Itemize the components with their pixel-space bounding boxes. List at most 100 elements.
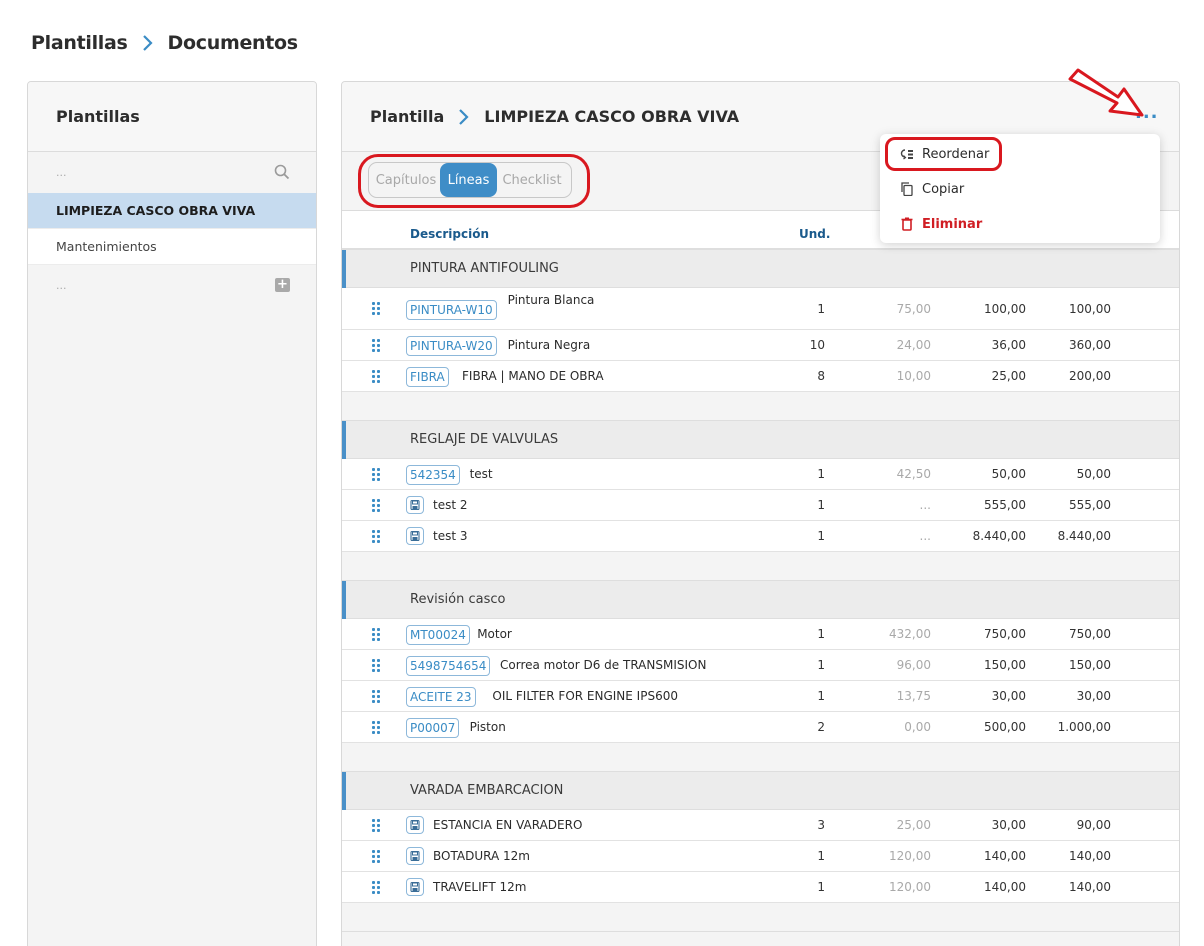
column-description[interactable]: Descripción — [410, 227, 489, 241]
drag-handle-icon[interactable] — [372, 881, 380, 895]
line-description: TRAVELIFT 12m — [433, 880, 527, 894]
chapter-title: Revisión casco — [410, 592, 506, 607]
panel-crumb-root[interactable]: Plantilla — [370, 107, 444, 126]
line-quantity: 10 — [809, 338, 825, 352]
item-code-badge[interactable]: MT00024 — [406, 625, 470, 645]
line-quantity: 1 — [817, 849, 825, 863]
line-total: 100,00 — [1069, 302, 1111, 316]
line-quantity: 2 — [817, 720, 825, 734]
line-price: 500,00 — [984, 720, 1026, 734]
menu-item-delete[interactable]: Eliminar — [900, 214, 982, 234]
drag-handle-icon[interactable] — [372, 370, 380, 384]
chapter-spacer — [342, 392, 1179, 421]
line-row[interactable]: 542354 test 1 42,50 50,00 50,00 — [342, 459, 1179, 490]
line-cost: ... — [919, 529, 931, 543]
line-cost: 120,00 — [889, 849, 931, 863]
save-icon — [406, 496, 424, 514]
line-description: test — [469, 467, 493, 481]
line-row[interactable]: MT00024 Motor 1 432,00 750,00 750,00 — [342, 619, 1179, 650]
line-row[interactable]: FIBRA FIBRA | MANO DE OBRA 8 10,00 25,00 200,… — [342, 361, 1179, 392]
drag-handle-icon[interactable] — [372, 628, 380, 642]
line-cost: 42,50 — [896, 467, 931, 481]
line-row[interactable]: test 2 1... 555,00 555,00 — [342, 490, 1179, 521]
line-quantity: 1 — [817, 467, 825, 481]
item-code-badge[interactable]: PINTURA-W20 — [406, 336, 497, 356]
item-code-badge[interactable]: ACEITE 23 — [406, 687, 476, 707]
lines-table: PINTURA ANTIFOULING PINTURA-W10 Pintura Bl… — [342, 250, 1179, 932]
line-cost: ... — [919, 498, 931, 512]
column-unit[interactable]: Und. — [799, 227, 830, 241]
line-price: 140,00 — [984, 880, 1026, 894]
line-row[interactable]: test 3 1... 8.440,00 8.440,00 — [342, 521, 1179, 552]
new-template-input[interactable]: ... + — [28, 265, 316, 305]
breadcrumb-root[interactable]: Plantillas — [31, 32, 128, 54]
line-price: 50,00 — [991, 467, 1026, 481]
sidebar-item-mantenimientos[interactable]: Mantenimientos — [28, 229, 316, 265]
item-code-badge[interactable]: 542354 — [406, 465, 460, 485]
drag-handle-icon[interactable] — [372, 659, 380, 673]
line-description: ESTANCIA EN VARADERO — [433, 818, 583, 832]
line-total: 555,00 — [1069, 498, 1111, 512]
drag-handle-icon[interactable] — [372, 690, 380, 704]
line-row[interactable]: PINTURA-W10 Pintura Blanca 1 75,00 100,00 100… — [342, 288, 1179, 330]
breadcrumb: Plantillas Documentos — [31, 31, 298, 55]
line-row[interactable]: BOTADURA 12m 1 120,00 140,00 140,00 — [342, 841, 1179, 872]
new-template-placeholder: ... — [56, 278, 67, 292]
annotation-ring — [358, 154, 590, 208]
line-row[interactable]: 5498754654 Correa motor D6 de TRANSMISION… — [342, 650, 1179, 681]
save-icon — [406, 847, 424, 865]
drag-handle-icon[interactable] — [372, 302, 380, 316]
chapter-accent-bar — [342, 772, 346, 810]
drag-handle-icon[interactable] — [372, 850, 380, 864]
line-price: 555,00 — [984, 498, 1026, 512]
line-description: test 2 — [433, 498, 468, 512]
item-code-badge[interactable]: PINTURA-W10 — [406, 300, 497, 320]
drag-handle-icon[interactable] — [372, 721, 380, 735]
line-cost: 24,00 — [896, 338, 931, 352]
line-description: Pintura Blanca — [507, 293, 595, 307]
line-cost: 96,00 — [896, 658, 931, 672]
line-quantity: 1 — [817, 627, 825, 641]
line-total: 1.000,00 — [1057, 720, 1111, 734]
line-description: Motor — [477, 627, 512, 641]
copy-icon — [900, 182, 914, 196]
line-quantity: 8 — [817, 369, 825, 383]
line-row[interactable]: PINTURA-W20 Pintura Negra 10 24,00 36,00 360,… — [342, 330, 1179, 361]
drag-handle-icon[interactable] — [372, 499, 380, 513]
line-quantity: 1 — [817, 529, 825, 543]
search-icon[interactable] — [274, 164, 290, 183]
drag-handle-icon[interactable] — [372, 819, 380, 833]
line-total: 8.440,00 — [1057, 529, 1111, 543]
add-icon[interactable]: + — [275, 278, 290, 292]
line-row[interactable]: ESTANCIA EN VARADERO 3 25,00 30,00 90,00 — [342, 810, 1179, 841]
drag-handle-icon[interactable] — [372, 530, 380, 544]
line-description: test 3 — [433, 529, 468, 543]
line-row[interactable]: TRAVELIFT 12m 1 120,00 140,00 140,00 — [342, 872, 1179, 903]
chapter-header[interactable]: VARADA EMBARCACION — [342, 772, 1179, 810]
line-quantity: 1 — [817, 498, 825, 512]
line-row[interactable]: ACEITE 23 OIL FILTER FOR ENGINE IPS600 1 13… — [342, 681, 1179, 712]
line-total: 30,00 — [1076, 689, 1111, 703]
line-total: 90,00 — [1076, 818, 1111, 832]
menu-item-copy[interactable]: Copiar — [900, 179, 964, 199]
chapter-header[interactable]: REGLAJE DE VALVULAS — [342, 421, 1179, 459]
search-input[interactable]: ... — [28, 152, 316, 193]
item-code-badge[interactable]: FIBRA — [406, 367, 449, 387]
line-row[interactable]: P00007 Piston 2 0,00 500,00 1.000,00 — [342, 712, 1179, 743]
item-code-badge[interactable]: 5498754654 — [406, 656, 491, 676]
chapter-header[interactable]: Revisión casco — [342, 581, 1179, 619]
line-quantity: 1 — [817, 658, 825, 672]
item-code-badge[interactable]: P00007 — [406, 718, 460, 738]
chevron-right-icon — [458, 108, 470, 126]
line-description: Pintura Negra — [507, 338, 591, 352]
line-total: 150,00 — [1069, 658, 1111, 672]
line-total: 200,00 — [1069, 369, 1111, 383]
chapter-header[interactable]: PINTURA ANTIFOULING — [342, 250, 1179, 288]
drag-handle-icon[interactable] — [372, 339, 380, 353]
sidebar-item-limpieza[interactable]: LIMPIEZA CASCO OBRA VIVA — [28, 193, 316, 229]
drag-handle-icon[interactable] — [372, 468, 380, 482]
trash-icon — [900, 217, 914, 231]
chapter-accent-bar — [342, 421, 346, 459]
line-price: 30,00 — [991, 689, 1026, 703]
chapter-accent-bar — [342, 581, 346, 619]
